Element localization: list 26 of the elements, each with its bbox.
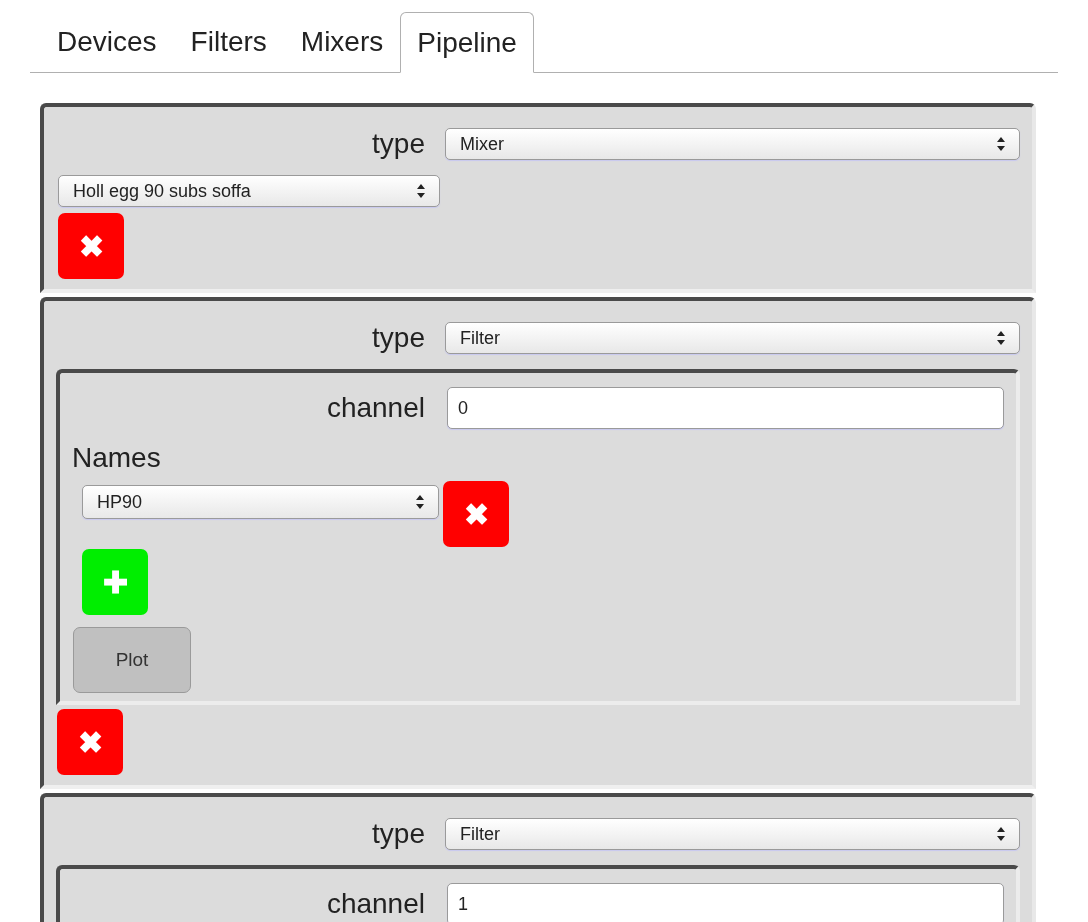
up-down-arrows-icon [997, 827, 1005, 841]
type-dropdown[interactable]: Filter [445, 322, 1020, 354]
tab[interactable]: Pipeline [400, 12, 534, 73]
up-down-arrows-icon [997, 331, 1005, 345]
channel-field[interactable]: 1 [447, 883, 1004, 922]
type-dropdown[interactable]: Filter [445, 818, 1020, 850]
delete-step-button[interactable]: ✖ [58, 213, 124, 279]
up-down-arrows-icon [997, 137, 1005, 151]
tab[interactable]: Devices [40, 11, 174, 72]
up-down-arrows-icon [416, 495, 424, 509]
channel-label: channel [325, 887, 425, 921]
type-label: type [371, 127, 425, 161]
channel-label: channel [325, 391, 425, 425]
type-label: type [371, 321, 425, 355]
delete-step-button[interactable]: ✖ [57, 709, 123, 775]
type-label: type [371, 817, 425, 851]
tab[interactable]: Filters [173, 11, 284, 72]
names-label: Names [71, 441, 162, 475]
delete-name-button[interactable]: ✖ [443, 481, 509, 547]
filter-name-dropdown[interactable]: HP90 [82, 485, 439, 519]
tab[interactable]: Mixers [283, 11, 401, 72]
type-dropdown[interactable]: Mixer [445, 128, 1020, 160]
mixer-name-dropdown[interactable]: Holl egg 90 subs soffa [58, 175, 440, 207]
channel-field[interactable]: 0 [447, 387, 1004, 429]
plot-button[interactable]: Plot [73, 627, 191, 693]
up-down-arrows-icon [417, 184, 425, 198]
